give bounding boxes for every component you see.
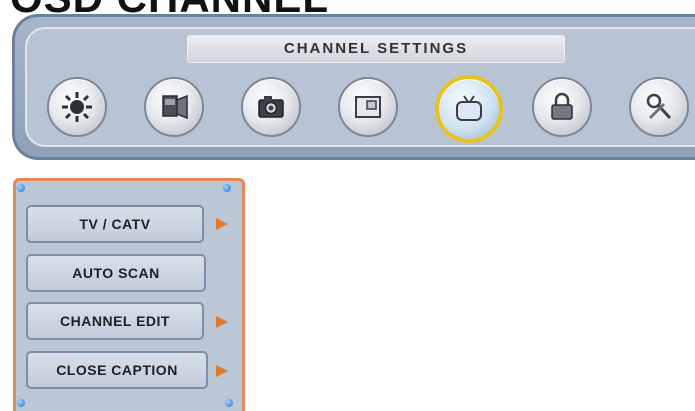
- sun-icon: [62, 92, 92, 122]
- menu-icon-row: [27, 75, 695, 147]
- corner-dot: [17, 184, 25, 192]
- padlock-icon: [551, 92, 573, 120]
- submenu-arrow-icon: [216, 218, 228, 230]
- corner-dot: [225, 399, 233, 407]
- submenu-arrow-icon: [216, 365, 228, 377]
- camera-glyph-icon: [258, 96, 284, 118]
- channel-edit-button[interactable]: CHANNEL EDIT: [26, 302, 204, 340]
- auto-scan-button[interactable]: AUTO SCAN: [26, 254, 206, 292]
- tv-catv-button[interactable]: TV / CATV: [26, 205, 204, 243]
- audio-settings-icon[interactable]: [144, 77, 204, 137]
- settings-title: CHANNEL SETTINGS: [187, 35, 565, 63]
- setup-settings-icon[interactable]: [629, 77, 689, 137]
- tv-channel-icon[interactable]: [435, 75, 503, 143]
- submenu-arrow-icon: [216, 316, 228, 328]
- corner-dot: [17, 399, 25, 407]
- tv-icon: [456, 95, 482, 121]
- tools-icon: [646, 93, 672, 120]
- camera-icon[interactable]: [241, 77, 301, 137]
- close-caption-button[interactable]: CLOSE CAPTION: [26, 351, 208, 389]
- lock-icon[interactable]: [532, 77, 592, 137]
- speaker-icon: [162, 94, 188, 120]
- settings-menu-inner: CHANNEL SETTINGS: [25, 27, 695, 147]
- picture-settings-icon[interactable]: [47, 77, 107, 137]
- display-settings-icon[interactable]: [338, 77, 398, 137]
- channel-submenu: TV / CATV AUTO SCAN CHANNEL EDIT CLOSE C…: [13, 178, 245, 411]
- window-icon: [355, 96, 381, 118]
- settings-menu-bar: CHANNEL SETTINGS: [12, 14, 695, 160]
- corner-dot: [223, 184, 231, 192]
